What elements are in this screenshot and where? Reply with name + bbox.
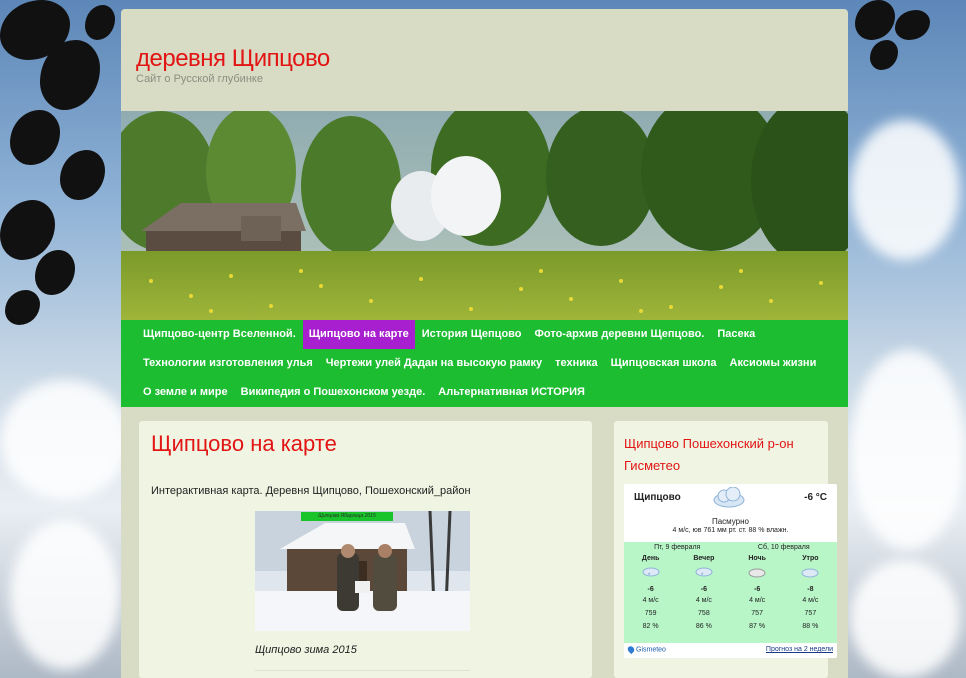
nav-row-3: О земле и мире Википедия о Пошехонском у…	[121, 378, 848, 407]
nav-item-hive-drawings[interactable]: Чертежи улей Дадан на высокую рамку	[320, 349, 548, 378]
post-photo[interactable]: Щипцово Ябарзица 2015	[255, 511, 470, 631]
snow-cloud-icon: *	[624, 565, 677, 579]
nav-item-hive-tech[interactable]: Технологии изготовления улья	[137, 349, 319, 378]
site-title[interactable]: деревня Щипцово	[136, 45, 330, 73]
weather-forecast-grid: Пт, 9 февраля Сб, 10 февраля День * -6 4…	[624, 542, 837, 643]
post-text: Интерактивная карта. Деревня Щипцово, По…	[151, 485, 471, 497]
nav-item-photo-archive[interactable]: Фото-архив деревни Щепцово.	[529, 320, 711, 349]
forecast-period: День * -6 4 м/с 759 82 %	[624, 553, 677, 632]
divider	[255, 670, 470, 671]
forecast-date: Пт, 9 февраля	[654, 544, 701, 551]
gismeteo-logo[interactable]: Gismeteo	[626, 644, 666, 655]
forecast-date: Сб, 10 февраля	[757, 544, 810, 551]
cloud-icon	[784, 565, 837, 579]
cloud-icon	[712, 486, 746, 514]
nav-item-earth-world[interactable]: О земле и мире	[137, 378, 234, 407]
nav-row-1: Щипцово-центр Вселенной. Щипцово на карт…	[121, 320, 848, 349]
photo-label: Щипцово Ябарзица 2015	[301, 512, 393, 521]
header-banner-image	[121, 111, 848, 320]
gismeteo-widget[interactable]: Щипцово -6 °C Пасмурно 4 м/с, юв 761 мм …	[624, 484, 837, 658]
sidebar: Щипцово Пошехонский р-он Гисметео Щипцов…	[614, 421, 837, 678]
nav-item-wikipedia[interactable]: Википедия о Пошехонском уезде.	[235, 378, 432, 407]
nav-item-history[interactable]: История Щепцово	[416, 320, 528, 349]
post-title: Щипцово на карте	[151, 431, 337, 456]
nav-item-alt-history[interactable]: Альтернативная ИСТОРИЯ	[432, 378, 591, 407]
main-navigation: Щипцово-центр Вселенной. Щипцово на карт…	[121, 320, 848, 407]
weather-widget-title: Щипцово Пошехонский р-он Гисметео	[624, 436, 794, 473]
nav-item-machinery[interactable]: техника	[549, 349, 604, 378]
cloud-icon	[731, 565, 784, 579]
site-header: деревня Щипцово Сайт о Русской глубинке	[121, 9, 848, 111]
drop-icon	[626, 644, 636, 655]
nav-item-apiary[interactable]: Пасека	[711, 320, 761, 349]
nav-row-2: Технологии изготовления улья Чертежи уле…	[121, 349, 848, 378]
forecast-period: Утро -8 4 м/с 757 88 %	[784, 553, 837, 632]
weather-footer: Gismeteo Прогноз на 2 недели	[624, 643, 837, 658]
nav-item-school[interactable]: Щипцовская школа	[605, 349, 723, 378]
nav-item-map[interactable]: Щипцово на карте	[302, 320, 415, 349]
weather-temp-now: -6 °C	[804, 492, 827, 503]
site-tagline: Сайт о Русской глубинке	[136, 73, 263, 85]
site-page: деревня Щипцово Сайт о Русской глубинке	[121, 9, 848, 678]
photo-caption: Щипцово зима 2015	[255, 644, 357, 656]
main-content: Щипцово на карте Интерактивная карта. Де…	[139, 421, 592, 678]
forecast-period: Ночь -6 4 м/с 757 87 %	[731, 553, 784, 632]
nav-item-axioms[interactable]: Аксиомы жизни	[724, 349, 823, 378]
forecast-period: Вечер * -6 4 м/с 758 86 %	[677, 553, 730, 632]
forecast-2-weeks-link[interactable]: Прогноз на 2 недели	[766, 646, 833, 653]
weather-city: Щипцово	[634, 492, 681, 503]
snow-cloud-icon: *	[677, 565, 730, 579]
nav-item-center[interactable]: Щипцово-центр Вселенной.	[137, 320, 302, 349]
weather-details: 4 м/с, юв 761 мм рт. ст. 88 % влажн.	[672, 527, 789, 534]
weather-condition: Пасмурно	[711, 517, 749, 526]
